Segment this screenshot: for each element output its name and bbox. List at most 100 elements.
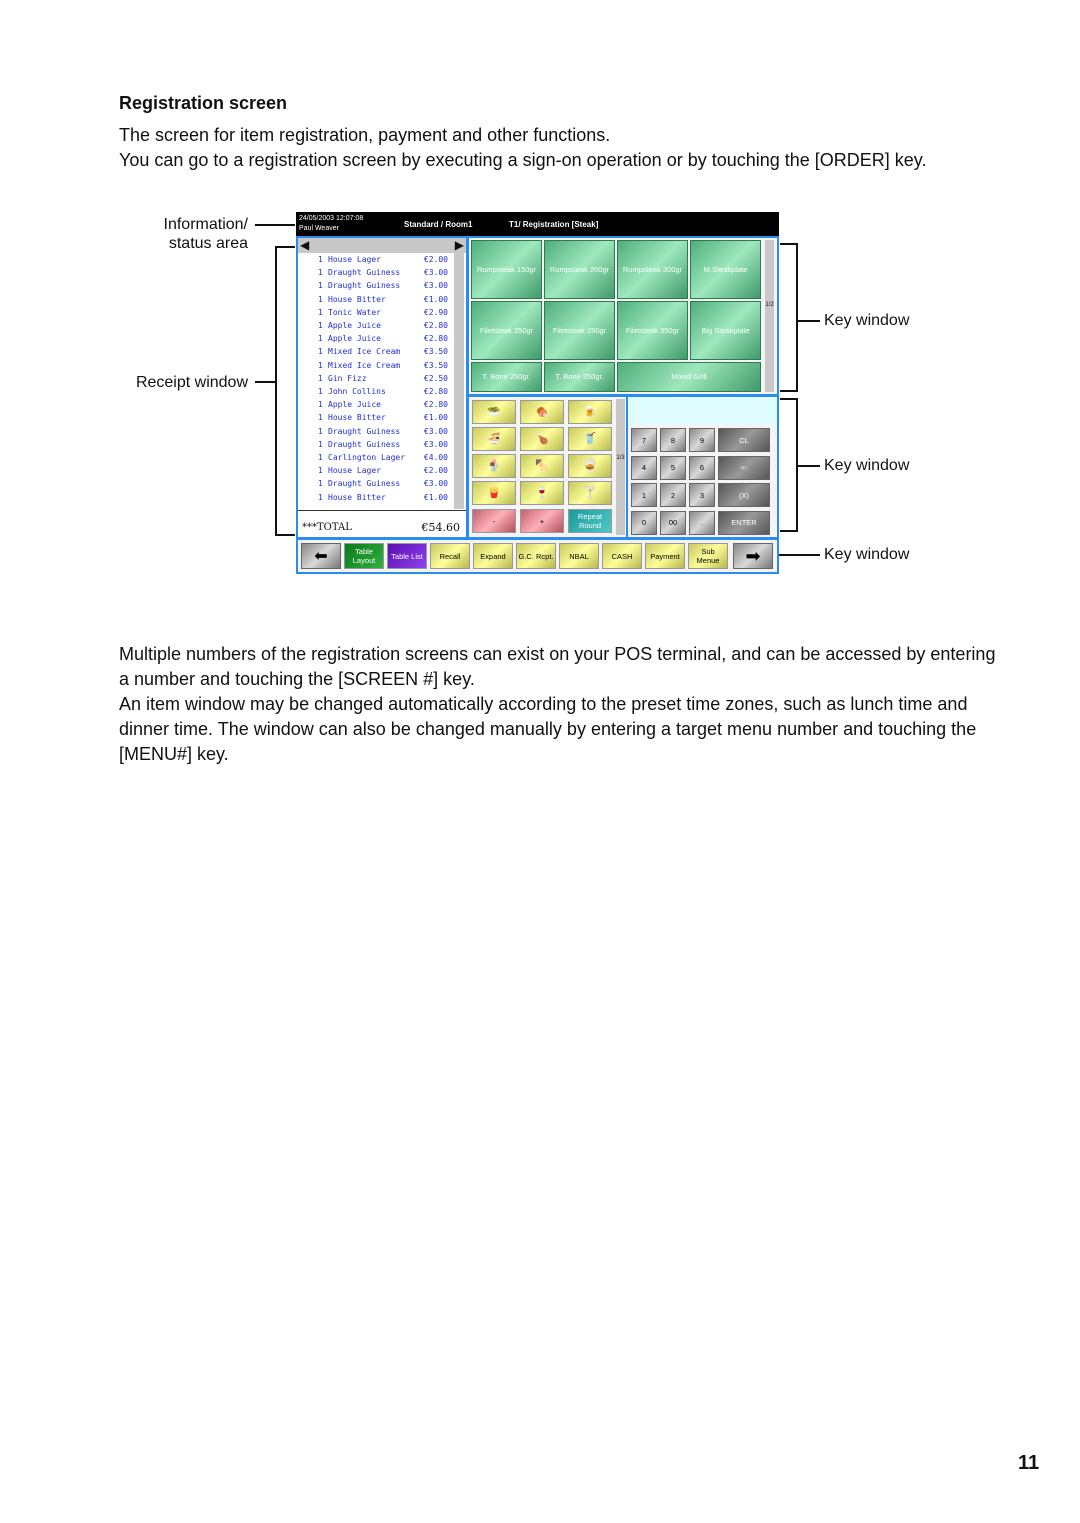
steak-key[interactable]: Rumpsteak 200gr — [544, 240, 615, 299]
scroll-right-icon[interactable]: ▶ — [455, 238, 464, 253]
receipt-row[interactable]: 1 Apple Juice €2.80 — [318, 400, 448, 413]
receipt-qty: 1 — [318, 413, 323, 423]
grill-icon: 🍢 — [535, 459, 549, 472]
steak-key[interactable]: Rumpsteak 150gr — [471, 240, 542, 299]
function-key[interactable]: Table Layout — [344, 543, 384, 569]
numpad-key[interactable]: 00 — [660, 510, 686, 535]
picture-key[interactable]: 🍢 — [520, 454, 564, 478]
scroll-left-icon[interactable]: ◀ — [300, 238, 309, 253]
receipt-hscroll[interactable]: ◀ ▶ — [298, 238, 466, 253]
picture-key[interactable]: 🍸 — [568, 481, 612, 505]
picture-key[interactable]: 🍨 — [472, 454, 516, 478]
numpad-key[interactable]: 3 — [689, 483, 715, 507]
numpad-key[interactable]: 7 — [631, 428, 657, 452]
receipt-row[interactable]: 1 Carlington Lager €4.00 — [318, 453, 448, 466]
picture-key[interactable]: 🍜 — [472, 427, 516, 451]
receipt-item: Mixed Ice Cream — [328, 347, 401, 357]
function-key[interactable]: Sub Menue — [688, 543, 728, 569]
picture-key[interactable]: 🍷 — [520, 481, 564, 505]
numpad-key[interactable]: 4 — [631, 455, 657, 480]
receipt-qty: 1 — [318, 334, 323, 344]
numpad-key[interactable]: 0 — [631, 510, 657, 535]
callout-line — [255, 224, 295, 226]
bracket — [780, 398, 798, 400]
receipt-row[interactable]: 1 House Lager €2.00 — [318, 466, 448, 479]
steak-key[interactable]: Filetsteak 250gr — [544, 301, 615, 360]
receipt-price: €4.00 — [423, 453, 448, 462]
numpad-key[interactable]: 8 — [660, 428, 686, 452]
picture-key[interactable]: 🍺 — [568, 400, 612, 424]
numpad-key[interactable]: 1 — [631, 483, 657, 507]
numpad-key[interactable]: (X) — [718, 483, 770, 507]
forward-arrow-button[interactable]: ➡ — [733, 543, 773, 569]
picture-key[interactable]: 🍗 — [520, 427, 564, 451]
numpad-key[interactable]: CL — [718, 428, 770, 452]
picture-key[interactable]: 🥗 — [472, 400, 516, 424]
bracket — [780, 390, 798, 392]
receipt-row[interactable]: 1 Mixed Ice Cream €3.50 — [318, 361, 448, 374]
callout-info-2: status area — [168, 235, 248, 252]
receipt-row[interactable]: 1 Draught Guiness €3.00 — [318, 281, 448, 294]
numpad-key[interactable]: 6 — [689, 455, 715, 480]
receipt-qty: 1 — [318, 439, 323, 449]
numpad-key[interactable]: <- — [718, 455, 770, 480]
receipt-row[interactable]: 1 Draught Guiness €3.00 — [318, 479, 448, 492]
receipt-row[interactable]: 1 Apple Juice €2.80 — [318, 321, 448, 334]
steak-key[interactable]: T. Bone 250gr. — [471, 362, 542, 392]
function-key[interactable]: G.C. Rcpt. — [516, 543, 556, 569]
plus-key[interactable]: + — [520, 509, 564, 533]
function-key[interactable]: Recall — [430, 543, 470, 569]
steak-key[interactable]: T. Bone 350gr. — [544, 362, 615, 392]
picture-key[interactable]: 🥤 — [568, 427, 612, 451]
picture-key[interactable]: 🍟 — [472, 481, 516, 505]
numpad-key[interactable]: . — [689, 510, 715, 535]
numpad-key[interactable]: ENTER — [718, 510, 770, 535]
receipt-qty: 1 — [318, 453, 323, 462]
receipt-qty: 1 — [318, 466, 323, 476]
numpad-key[interactable]: 9 — [689, 428, 715, 452]
repeat-round-key[interactable]: Repeat Round — [568, 509, 612, 533]
receipt-row[interactable]: 1 House Bitter €1.00 — [318, 413, 448, 426]
back-arrow-button[interactable]: ⬅ — [301, 543, 341, 569]
function-key[interactable]: Table List — [387, 543, 427, 569]
receipt-row[interactable]: 1 Draught Guiness €3.00 — [318, 440, 448, 453]
receipt-window: ◀ ▶ 1 House Lager €2.00 1 Draught Guiness €3.… — [298, 238, 466, 537]
function-key[interactable]: NBAL — [559, 543, 599, 569]
callout-key-2: Key window — [824, 457, 910, 474]
steak-page-scroll[interactable]: 1/2 — [765, 240, 774, 392]
picture-page-scroll[interactable]: 1/3 — [616, 399, 625, 535]
intro-line-2: You can go to a registration screen by e… — [119, 150, 927, 170]
steak-key[interactable]: Filetsteak 350gr — [617, 301, 688, 360]
receipt-vscroll[interactable] — [454, 253, 464, 509]
receipt-row[interactable]: 1 House Bitter €1.00 — [318, 295, 448, 308]
function-key[interactable]: Expand — [473, 543, 513, 569]
picture-key[interactable]: 🥃 — [568, 454, 612, 478]
numpad-key[interactable]: 5 — [660, 455, 686, 480]
receipt-row[interactable]: 1 House Lager €2.00 — [318, 255, 448, 268]
receipt-row[interactable]: 1 John Collins €2.80 — [318, 387, 448, 400]
picture-key[interactable]: 🍖 — [520, 400, 564, 424]
steak-key[interactable]: Mixed Grill — [617, 362, 761, 392]
receipt-row[interactable]: 1 Draught Guiness €3.00 — [318, 427, 448, 440]
receipt-item: Draught Guiness — [328, 281, 401, 291]
receipt-row[interactable]: 1 House Bitter €1.00 — [318, 493, 448, 506]
receipt-row[interactable]: 1 Mixed Ice Cream €3.50 — [318, 347, 448, 360]
receipt-price: €3.50 — [423, 360, 448, 370]
body-paragraph-1: Multiple numbers of the registration scr… — [119, 644, 996, 689]
receipt-price: €3.00 — [423, 268, 448, 278]
receipt-price: €1.00 — [423, 492, 448, 502]
steak-key[interactable]: Rumpsteak 300gr — [617, 240, 688, 299]
steak-key[interactable]: Filetsteak 250gr — [471, 301, 542, 360]
steak-key[interactable]: M.Steakplate — [690, 240, 761, 299]
receipt-item: House Lager — [328, 466, 381, 476]
numpad-key[interactable]: 2 — [660, 483, 686, 507]
function-key[interactable]: CASH — [602, 543, 642, 569]
receipt-row[interactable]: 1 Tonic Water €2.90 — [318, 308, 448, 321]
receipt-row[interactable]: 1 Apple Juice €2.80 — [318, 334, 448, 347]
receipt-row[interactable]: 1 Draught Guiness €3.00 — [318, 268, 448, 281]
receipt-row[interactable]: 1 Gin Fizz €2.50 — [318, 374, 448, 387]
callout-info-1: Information/ — [163, 216, 248, 233]
function-key[interactable]: Payment — [645, 543, 685, 569]
steak-key[interactable]: Big Steakplate — [690, 301, 761, 360]
minus-key[interactable]: - — [472, 509, 516, 533]
